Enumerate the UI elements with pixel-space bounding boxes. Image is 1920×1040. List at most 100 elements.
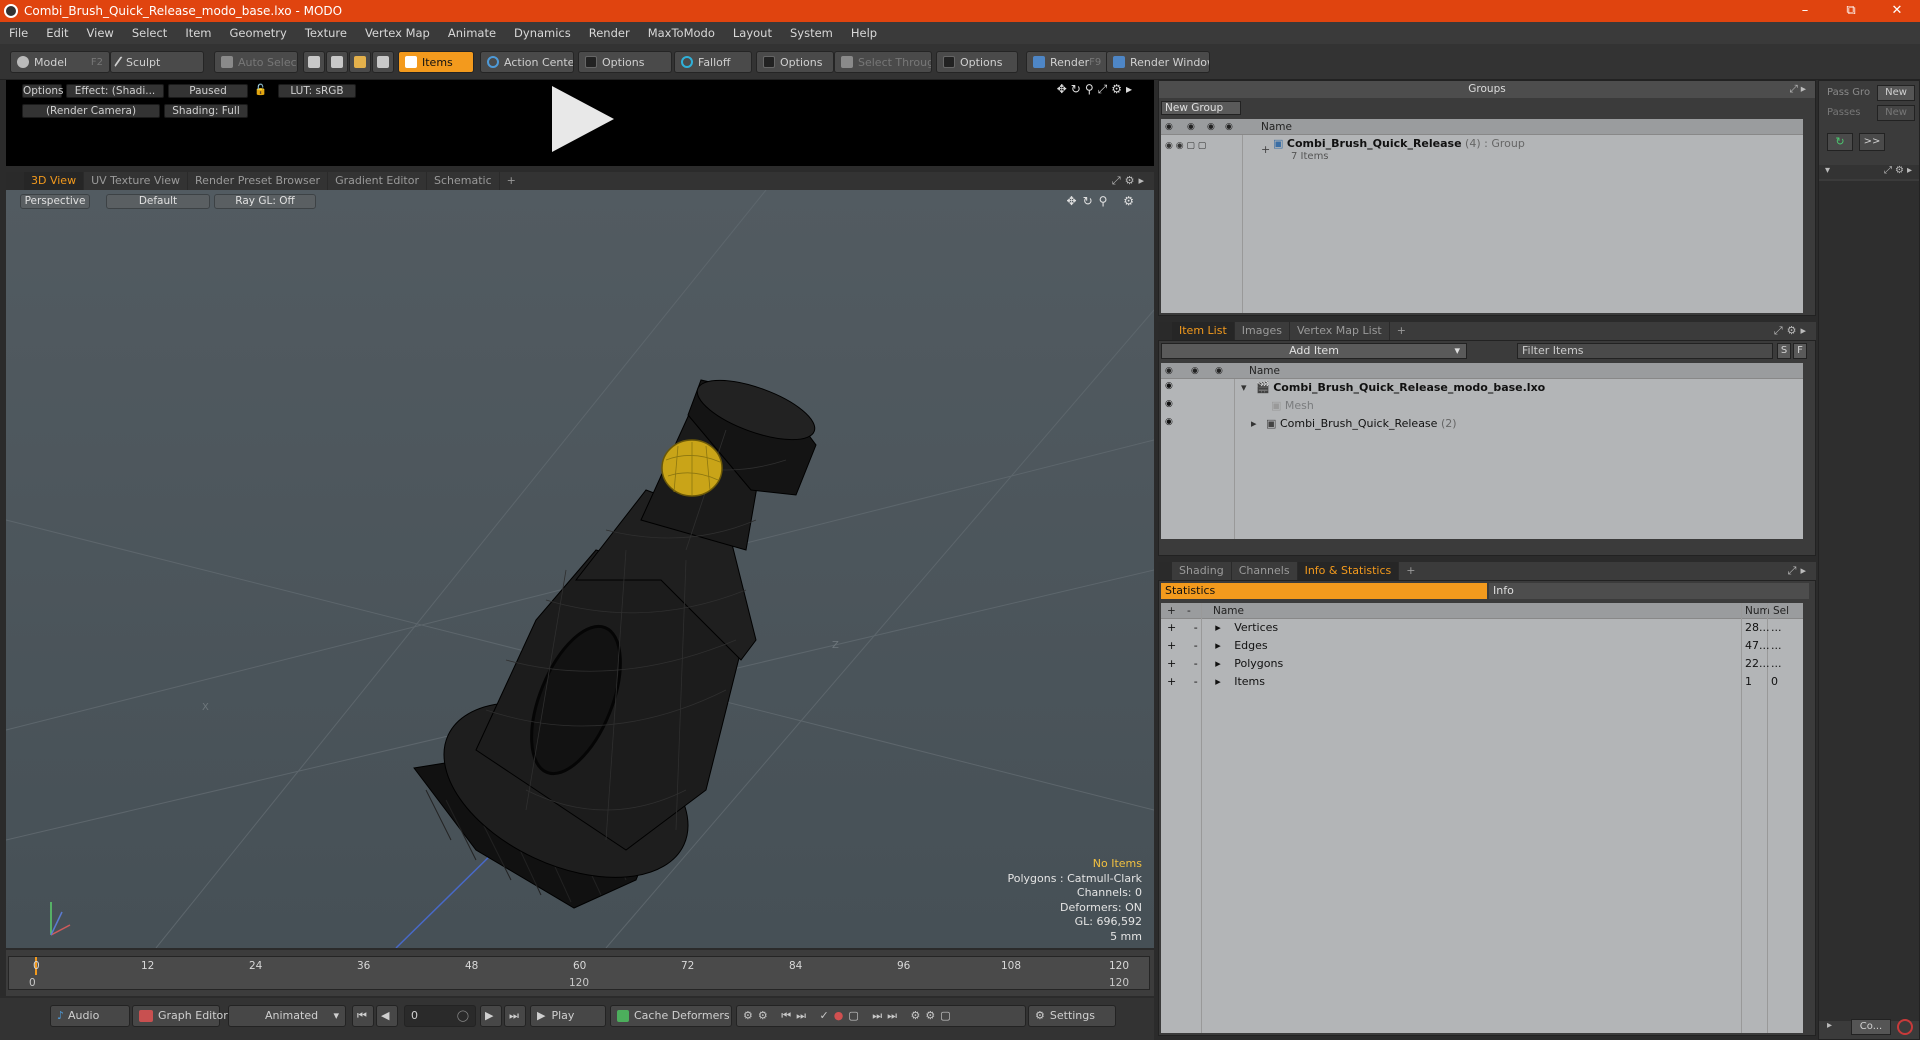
lut-dropdown[interactable]: LUT: sRGB [278,84,356,98]
action-center-button[interactable]: Action Center [480,51,574,73]
expand-arrow-icon[interactable]: ▸ [1827,1020,1832,1031]
render-window-button[interactable]: Render Window [1106,51,1210,73]
tab-shading[interactable]: Shading [1172,562,1232,580]
item-list[interactable]: ◉ ◉ ◉ Name ◉ ◉ ◉ ▾ 🎬 Combi_Brush_Quick_R… [1161,363,1803,539]
menu-maxtomodo[interactable]: MaxToModo [639,26,724,40]
menu-edit[interactable]: Edit [37,26,77,40]
menu-select[interactable]: Select [123,26,176,40]
go-to-start-button[interactable]: ⏮ [352,1005,374,1027]
audio-button[interactable]: ♪ Audio [50,1005,130,1027]
collapse-minus-button[interactable]: - [1194,675,1198,688]
group-expand-toggle[interactable]: + [1261,143,1270,156]
pass-panel-icons[interactable]: ⤢⚙▸ [1884,165,1915,176]
items-mode-button[interactable]: Items [398,51,474,73]
preview-options-button[interactable]: Options [22,84,64,98]
groups-panel-icons[interactable]: ⤢▸ [1789,81,1809,98]
filter-s-button[interactable]: S [1777,343,1791,359]
range-end[interactable]: 120 [1109,977,1129,989]
sculpt-mode-button[interactable]: Sculpt [110,51,204,73]
timeline-ruler[interactable]: 0 12 24 36 48 60 72 84 96 108 120 0 120 … [8,956,1150,990]
viewport-nav-icons[interactable]: ✥↻⚲ ⚙ [1067,194,1140,208]
item-row-mesh[interactable]: ▣ Mesh [1271,399,1314,412]
stat-row-items[interactable]: + - ▸ Items 1 0 [1167,675,1807,688]
play-icon[interactable] [552,86,614,152]
preview-effect-dropdown[interactable]: Effect: (Shadi... [66,84,164,98]
preview-nav-icons[interactable]: ✥↻⚲⤢⚙▸ [1057,82,1136,97]
groups-list[interactable]: ◉ ◉ ◉ ◉ Name ◉ ◉ ▢ ▢ + ▣ Combi_Brush_Qui… [1161,119,1803,313]
graph-editor-button[interactable]: Graph Editor [132,1005,228,1027]
tab-collapse[interactable] [6,172,24,190]
menu-geometry[interactable]: Geometry [221,26,296,40]
tab-schematic[interactable]: Schematic [427,172,500,190]
menu-vertex-map[interactable]: Vertex Map [356,26,439,40]
add-tab-button[interactable]: + [1390,322,1413,340]
current-frame-field[interactable]: 0 ◯ [404,1005,476,1027]
add-item-dropdown[interactable]: Add Item ▾ [1161,343,1467,359]
new-pass-button[interactable]: New [1877,105,1915,121]
tab-render-preset-browser[interactable]: Render Preset Browser [188,172,329,190]
cache-deformers-button[interactable]: Cache Deformers [610,1005,732,1027]
render-camera-dropdown[interactable]: (Render Camera) [22,104,160,118]
range-mid[interactable]: 120 [569,977,589,989]
animated-dropdown[interactable]: Animated ▾ [228,1005,346,1027]
edges-mode-button[interactable] [326,51,348,73]
collapse-minus-button[interactable]: - [1194,621,1198,634]
tab-collapse[interactable] [1158,562,1172,580]
filter-f-button[interactable]: F [1793,343,1807,359]
expand-more-button[interactable]: >> [1859,133,1885,151]
filter-items-input[interactable]: Filter Items [1517,343,1773,359]
falloff-options-button[interactable]: Options [756,51,834,73]
row3-visibility-toggle[interactable]: ◉ [1165,417,1173,427]
menu-item[interactable]: Item [176,26,220,40]
3d-viewport[interactable]: Perspective Default Ray GL: Off ✥↻⚲ ⚙ X … [6,190,1154,948]
tab-images[interactable]: Images [1235,322,1290,340]
tab-collapse[interactable] [1158,322,1172,340]
settings-button[interactable]: ⚙ Settings [1028,1005,1116,1027]
default-style-dropdown[interactable]: Default [106,194,210,209]
auto-select-button[interactable]: Auto Select [214,51,298,73]
statistics-tab[interactable]: Statistics [1161,583,1487,599]
expand-plus-button[interactable]: + [1167,639,1176,652]
collapse-minus-button[interactable]: - [1194,657,1198,670]
new-pass-group-button[interactable]: New [1877,85,1915,101]
tab-info-statistics[interactable]: Info & Statistics [1297,562,1400,580]
menu-view[interactable]: View [78,26,123,40]
itemlist-panel-icons[interactable]: ⤢⚙▸ [1774,324,1810,338]
polygons-mode-button[interactable] [349,51,371,73]
next-key-button[interactable]: ▶ [480,1005,502,1027]
select-through-options-button[interactable]: Options [936,51,1018,73]
info-tab[interactable]: Info [1489,583,1809,599]
tab-uv-texture-view[interactable]: UV Texture View [84,172,189,190]
combi-brush-model[interactable] [413,368,822,913]
render-button[interactable]: Render F9 [1026,51,1108,73]
perspective-dropdown[interactable]: Perspective [20,194,90,209]
close-button[interactable]: ✕ [1874,0,1920,22]
collapse-minus-button[interactable]: - [1194,639,1198,652]
ray-gl-dropdown[interactable]: Ray GL: Off [214,194,316,209]
action-center-options-button[interactable]: Options [578,51,672,73]
item-row-group[interactable]: ▸ ▣ Combi_Brush_Quick_Release (2) [1251,417,1457,430]
expand-plus-button[interactable]: + [1167,675,1176,688]
lock-icon[interactable]: 🔓 [254,84,267,98]
refresh-pass-icon[interactable]: ↻ [1827,133,1853,151]
falloff-button[interactable]: Falloff [674,51,752,73]
menu-render[interactable]: Render [580,26,639,40]
range-start[interactable]: 0 [29,977,36,989]
materials-mode-button[interactable] [372,51,394,73]
previous-key-button[interactable]: ◀ [376,1005,398,1027]
menu-system[interactable]: System [781,26,842,40]
menu-layout[interactable]: Layout [724,26,781,40]
menu-animate[interactable]: Animate [439,26,505,40]
row1-visibility-toggle[interactable]: ◉ [1165,381,1173,391]
group-visibility-toggle[interactable]: ◉ ◉ ▢ ▢ [1165,141,1206,151]
row2-visibility-toggle[interactable]: ◉ [1165,399,1173,409]
stat-row-polygons[interactable]: + - ▸ Polygons 22... ... [1167,657,1807,670]
frame-spinner-icon[interactable]: ◯ [457,1006,469,1026]
viewport-panel-icons[interactable]: ⤢⚙▸ [1112,174,1148,188]
vertices-mode-button[interactable] [303,51,325,73]
maximize-button[interactable]: ⧉ [1828,0,1874,22]
statistics-table[interactable]: + - Name Num Sel + - ▸ Vertices 28... ..… [1161,603,1803,1033]
tab-gradient-editor[interactable]: Gradient Editor [328,172,427,190]
record-icon[interactable] [1897,1019,1913,1035]
minimize-button[interactable]: – [1782,0,1828,22]
